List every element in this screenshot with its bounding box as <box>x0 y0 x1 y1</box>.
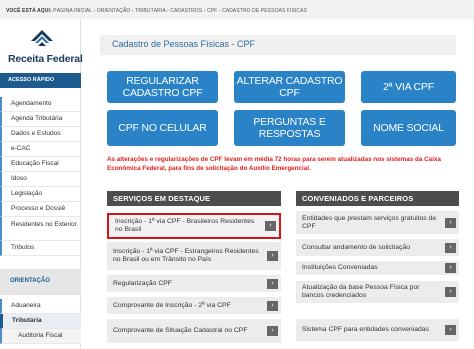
sidebar-item-tributos[interactable]: Tributos <box>0 241 81 256</box>
sidebar-item-tributaria[interactable]: Tributária <box>0 314 81 329</box>
sidebar-item-residentes-exterior[interactable]: Residentes no Exterior <box>0 217 81 241</box>
notice-text: As alterações e regularizações de CPF le… <box>107 156 441 172</box>
arrow-right-icon: › <box>267 278 278 289</box>
partner-label: Instituições Conveniadas <box>302 264 378 271</box>
alterar-cadastro-button[interactable]: ALTERAR CADASTRO CPF <box>234 71 345 103</box>
brand-name: Receita Federal <box>8 53 83 65</box>
sidebar-section-acesso-rapido: ACESSO RÁPIDO <box>0 73 81 88</box>
sidebar: Receita Federal ACESSO RÁPIDO Agendament… <box>0 19 83 349</box>
cpf-no-celular-button[interactable]: CPF NO CELULAR <box>107 110 218 146</box>
partner-item-consultar-andamento[interactable]: Consultar andamento de solicitação › <box>296 239 459 256</box>
sidebar-item-auditoria-fiscal[interactable]: Auditoria Fiscal <box>0 329 81 344</box>
partner-label: Sistema CPF para entidades conveniadas <box>302 326 429 333</box>
partner-item-sistema-cpf[interactable]: Sistema CPF para entidades conveniadas › <box>296 319 459 341</box>
service-label: Comprovante de Situação Cadastral no CPF <box>113 327 248 334</box>
arrow-right-icon: › <box>267 326 278 336</box>
sidebar-item-ecac[interactable]: e-CAC <box>0 142 81 157</box>
arrow-right-icon: › <box>445 263 456 273</box>
service-item-inscricao-brasileiros[interactable]: Inscrição - 1ª via CPF - Brasileiros Res… <box>107 213 281 239</box>
partner-label: Atualização da base Pessoa Física por ba… <box>302 284 420 299</box>
service-label: Inscrição - 1ª via CPF - Brasileiros Res… <box>115 218 255 233</box>
partner-item-entidades[interactable]: Entidades que prestam serviços gratuitos… <box>296 211 459 234</box>
sidebar-menu: Agendamento Agenda Tributária Dados e Es… <box>0 97 81 256</box>
arrow-right-icon: › <box>445 287 456 297</box>
arrow-right-icon: › <box>265 221 276 231</box>
service-item-comprovante-inscricao[interactable]: Comprovante de Inscrição - 2ª via CPF › <box>107 297 281 314</box>
page-title: Cadastro de Pessoas Físicas - CPF <box>100 35 456 55</box>
main-content: Cadastro de Pessoas Físicas - CPF REGULA… <box>100 19 474 349</box>
sidebar-item-agenda-tributaria[interactable]: Agenda Tributária <box>0 112 81 127</box>
partners-panel-title: CONVENIADOS E PARCEIROS <box>296 191 459 206</box>
receita-emblem-icon <box>31 30 53 46</box>
sidebar-item-aduaneira[interactable]: Aduaneira <box>0 299 81 314</box>
arrow-right-icon: › <box>445 217 456 228</box>
service-label: Regularização CPF <box>113 279 172 287</box>
partner-label: Entidades que prestam serviços gratuitos… <box>302 214 437 230</box>
sidebar-menu-orientacao: Aduaneira Tributária Auditoria Fiscal <box>0 299 81 344</box>
partner-label: Consultar andamento de solicitação <box>302 243 411 251</box>
service-item-inscricao-estrangeiros[interactable]: Inscrição - 1ª via CPF - Estrangeiros Re… <box>107 242 281 270</box>
arrow-right-icon: › <box>445 242 456 253</box>
segunda-via-cpf-button[interactable]: 2ª VIA CPF <box>361 71 456 103</box>
partner-item-instituicoes[interactable]: Instituições Conveniadas › <box>296 261 459 275</box>
breadcrumb: VOCÊ ESTÁ AQUI: PÁGINA INICIAL › ORIENTA… <box>0 0 474 19</box>
arrow-right-icon: › <box>267 300 278 311</box>
service-label: Comprovante de Inscrição - 2ª via CPF <box>113 301 231 309</box>
arrow-right-icon: › <box>267 251 278 261</box>
sidebar-item-idoso[interactable]: Idoso <box>0 172 81 187</box>
sidebar-item-dados-estudos[interactable]: Dados e Estudos <box>0 127 81 142</box>
sidebar-item-processo-dossie[interactable]: Processo e Dossiê <box>0 202 81 217</box>
sidebar-item-legislacao[interactable]: Legislação <box>0 187 81 202</box>
service-label: Inscrição - 1ª via CPF - Estrangeiros Re… <box>113 248 259 263</box>
nome-social-button[interactable]: NOME SOCIAL <box>361 110 456 146</box>
sidebar-section-orientacao: ORIENTAÇÃO <box>0 269 81 295</box>
partner-item-atualizacao-base[interactable]: Atualização da base Pessoa Física por ba… <box>296 281 459 303</box>
regularizar-cadastro-button[interactable]: REGULARIZAR CADASTRO CPF <box>107 71 218 103</box>
sidebar-item-agendamento[interactable]: Agendamento <box>0 97 81 112</box>
services-panel-title: SERVIÇOS EM DESTAQUE <box>107 191 281 206</box>
arrow-right-icon: › <box>445 325 456 335</box>
perguntas-respostas-button[interactable]: PERGUNTAS E RESPOSTAS <box>234 110 345 146</box>
sidebar-item-educacao-fiscal[interactable]: Educação Fiscal <box>0 157 81 172</box>
breadcrumb-path[interactable]: PÁGINA INICIAL › ORIENTAÇÃO › TRIBUTÁRIA… <box>53 8 307 14</box>
breadcrumb-here-label: VOCÊ ESTÁ AQUI: <box>6 8 52 14</box>
receita-federal-logo[interactable]: Receita Federal <box>8 27 83 75</box>
service-item-comprovante-situacao[interactable]: Comprovante de Situação Cadastral no CPF… <box>107 319 281 343</box>
service-item-regularizacao[interactable]: Regularização CPF › <box>107 275 281 292</box>
